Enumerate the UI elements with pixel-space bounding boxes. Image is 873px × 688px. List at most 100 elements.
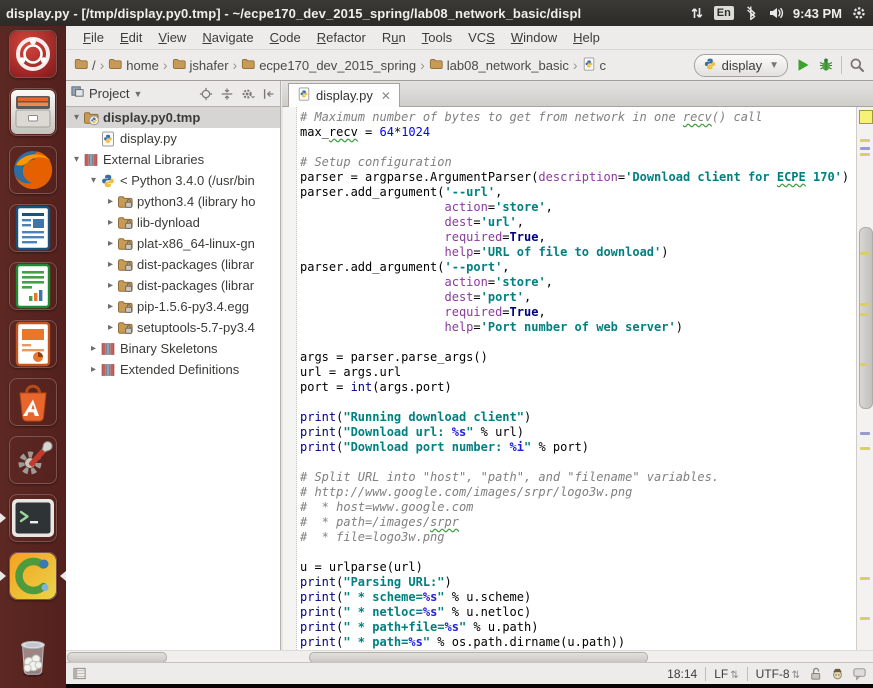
code-line[interactable]: u = urlparse(url) xyxy=(300,560,856,575)
project-panel-header[interactable]: Project ▼ xyxy=(66,81,281,107)
tree-item[interactable]: ▸dist-packages (librar xyxy=(66,254,280,275)
code-line[interactable] xyxy=(300,545,856,560)
tree-item[interactable]: ▸plat-x86_64-linux-gn xyxy=(66,233,280,254)
code-line[interactable] xyxy=(300,455,856,470)
inspection-indicator[interactable] xyxy=(859,110,873,124)
code-line[interactable]: # Setup configuration xyxy=(300,155,856,170)
code-line[interactable]: # * path=/images/srpr xyxy=(300,515,856,530)
stripe-mark-info[interactable] xyxy=(860,147,870,150)
menu-run[interactable]: Run xyxy=(375,28,413,47)
menu-window[interactable]: Window xyxy=(504,28,564,47)
code-line[interactable]: parser.add_argument('--port', xyxy=(300,260,856,275)
stripe-mark-warn[interactable] xyxy=(860,577,870,580)
tree-item[interactable]: ▸dist-packages (librar xyxy=(66,275,280,296)
search-icon[interactable] xyxy=(849,57,865,73)
menu-tools[interactable]: Tools xyxy=(415,28,459,47)
menu-help[interactable]: Help xyxy=(566,28,607,47)
launcher-libreoffice-impress[interactable] xyxy=(9,320,57,368)
hector-icon[interactable] xyxy=(830,666,845,681)
code-line[interactable]: url = args.url xyxy=(300,365,856,380)
code-line[interactable]: help='URL of file to download') xyxy=(300,245,856,260)
tree-item[interactable]: ▸setuptools-5.7-py3.4 xyxy=(66,317,280,338)
code-line[interactable]: # * file=logo3w.png xyxy=(300,530,856,545)
clock[interactable]: 9:43 PM xyxy=(793,6,842,21)
code-line[interactable]: # Maximum number of bytes to get from ne… xyxy=(300,110,856,125)
breadcrumb-item[interactable]: c xyxy=(582,57,607,74)
tree-item[interactable]: ▸python3.4 (library ho xyxy=(66,191,280,212)
launcher-software-center[interactable] xyxy=(9,378,57,426)
menu-file[interactable]: File xyxy=(76,28,111,47)
code-line[interactable]: port = int(args.port) xyxy=(300,380,856,395)
stripe-mark-warn[interactable] xyxy=(860,303,870,306)
tab-display-py[interactable]: display.py ✕ xyxy=(288,83,400,107)
debug-bug-button[interactable] xyxy=(818,57,834,73)
updown-arrows-icon[interactable] xyxy=(689,5,705,21)
breadcrumb-item[interactable]: home xyxy=(108,57,159,74)
editor[interactable]: # Maximum number of bytes to get from ne… xyxy=(283,107,856,650)
tree-item[interactable]: ▸Extended Definitions xyxy=(66,359,280,380)
code-line[interactable]: parser.add_argument('--url', xyxy=(300,185,856,200)
launcher-pycharm[interactable] xyxy=(9,552,57,600)
bluetooth-icon[interactable] xyxy=(743,5,759,21)
launcher-system-settings[interactable] xyxy=(9,436,57,484)
code-line[interactable]: parser = argparse.ArgumentParser(descrip… xyxy=(300,170,856,185)
stripe-mark-warn[interactable] xyxy=(860,153,870,156)
code-line[interactable] xyxy=(300,140,856,155)
close-tab-icon[interactable]: ✕ xyxy=(381,89,391,103)
menu-view[interactable]: View xyxy=(151,28,193,47)
launcher-terminal[interactable] xyxy=(9,494,57,542)
code-line[interactable]: print("Download port number: %i" % port) xyxy=(300,440,856,455)
code-line[interactable]: # Split URL into "host", "path", and "fi… xyxy=(300,470,856,485)
code-line[interactable] xyxy=(300,335,856,350)
tree-item[interactable]: display.py xyxy=(66,128,280,149)
menu-refactor[interactable]: Refactor xyxy=(310,28,373,47)
stripe-mark-warn[interactable] xyxy=(860,252,870,255)
run-configuration-combo[interactable]: display ▼ xyxy=(694,54,788,77)
code-line[interactable]: required=True, xyxy=(300,305,856,320)
keyboard-indicator[interactable]: En xyxy=(714,6,734,20)
code-line[interactable]: # * host=www.google.com xyxy=(300,500,856,515)
tree-item[interactable]: ▸lib-dynload xyxy=(66,212,280,233)
line-separator-widget[interactable]: LF⇅ xyxy=(714,667,738,681)
menu-code[interactable]: Code xyxy=(263,28,308,47)
event-bubble-icon[interactable] xyxy=(852,666,867,681)
stripe-mark-warn[interactable] xyxy=(860,363,870,366)
hide-panel-icon[interactable] xyxy=(262,87,276,101)
collapse-all-icon[interactable] xyxy=(220,87,234,101)
locate-icon[interactable] xyxy=(199,87,213,101)
breadcrumb-item[interactable]: / xyxy=(74,57,96,74)
tree-item[interactable]: ▾< Python 3.4.0 (/usr/bin xyxy=(66,170,280,191)
code-line[interactable]: dest='url', xyxy=(300,215,856,230)
code-line[interactable]: print(" * scheme=%s" % u.scheme) xyxy=(300,590,856,605)
tree-item[interactable]: ▾External Libraries xyxy=(66,149,280,170)
caret-position[interactable]: 18:14 xyxy=(667,667,697,681)
breadcrumb-item[interactable]: lab08_network_basic xyxy=(429,57,569,74)
tree-item[interactable]: ▾display.py0.tmp xyxy=(66,107,280,128)
code-line[interactable]: action='store', xyxy=(300,200,856,215)
run-button[interactable] xyxy=(795,57,811,73)
code-line[interactable]: args = parser.parse_args() xyxy=(300,350,856,365)
launcher-libreoffice-calc[interactable] xyxy=(9,262,57,310)
stripe-mark-warn[interactable] xyxy=(860,139,870,142)
code-line[interactable]: print("Parsing URL:") xyxy=(300,575,856,590)
code-line[interactable]: help='Port number of web server') xyxy=(300,320,856,335)
menu-edit[interactable]: Edit xyxy=(113,28,149,47)
volume-icon[interactable] xyxy=(768,5,784,21)
code-line[interactable]: # http://www.google.com/images/srpr/logo… xyxy=(300,485,856,500)
settings-icon[interactable] xyxy=(241,87,255,101)
launcher-libreoffice-writer[interactable] xyxy=(9,204,57,252)
tree-item[interactable]: ▸pip-1.5.6-py3.4.egg xyxy=(66,296,280,317)
breadcrumb-item[interactable]: jshafer xyxy=(172,57,229,74)
code-line[interactable] xyxy=(300,395,856,410)
code-area[interactable]: # Maximum number of bytes to get from ne… xyxy=(300,110,856,650)
stripe-mark-warn[interactable] xyxy=(860,447,870,450)
menu-navigate[interactable]: Navigate xyxy=(195,28,260,47)
code-line[interactable]: print(" * path+file=%s" % u.path) xyxy=(300,620,856,635)
launcher-file-manager[interactable] xyxy=(9,88,57,136)
encoding-widget[interactable]: UTF-8⇅ xyxy=(756,667,800,681)
code-line[interactable]: required=True, xyxy=(300,230,856,245)
tree-item[interactable]: ▸Binary Skeletons xyxy=(66,338,280,359)
write-lock-icon[interactable] xyxy=(808,666,823,681)
launcher-ubuntu-dash[interactable] xyxy=(9,30,57,78)
stripe-mark-warn[interactable] xyxy=(860,313,870,316)
